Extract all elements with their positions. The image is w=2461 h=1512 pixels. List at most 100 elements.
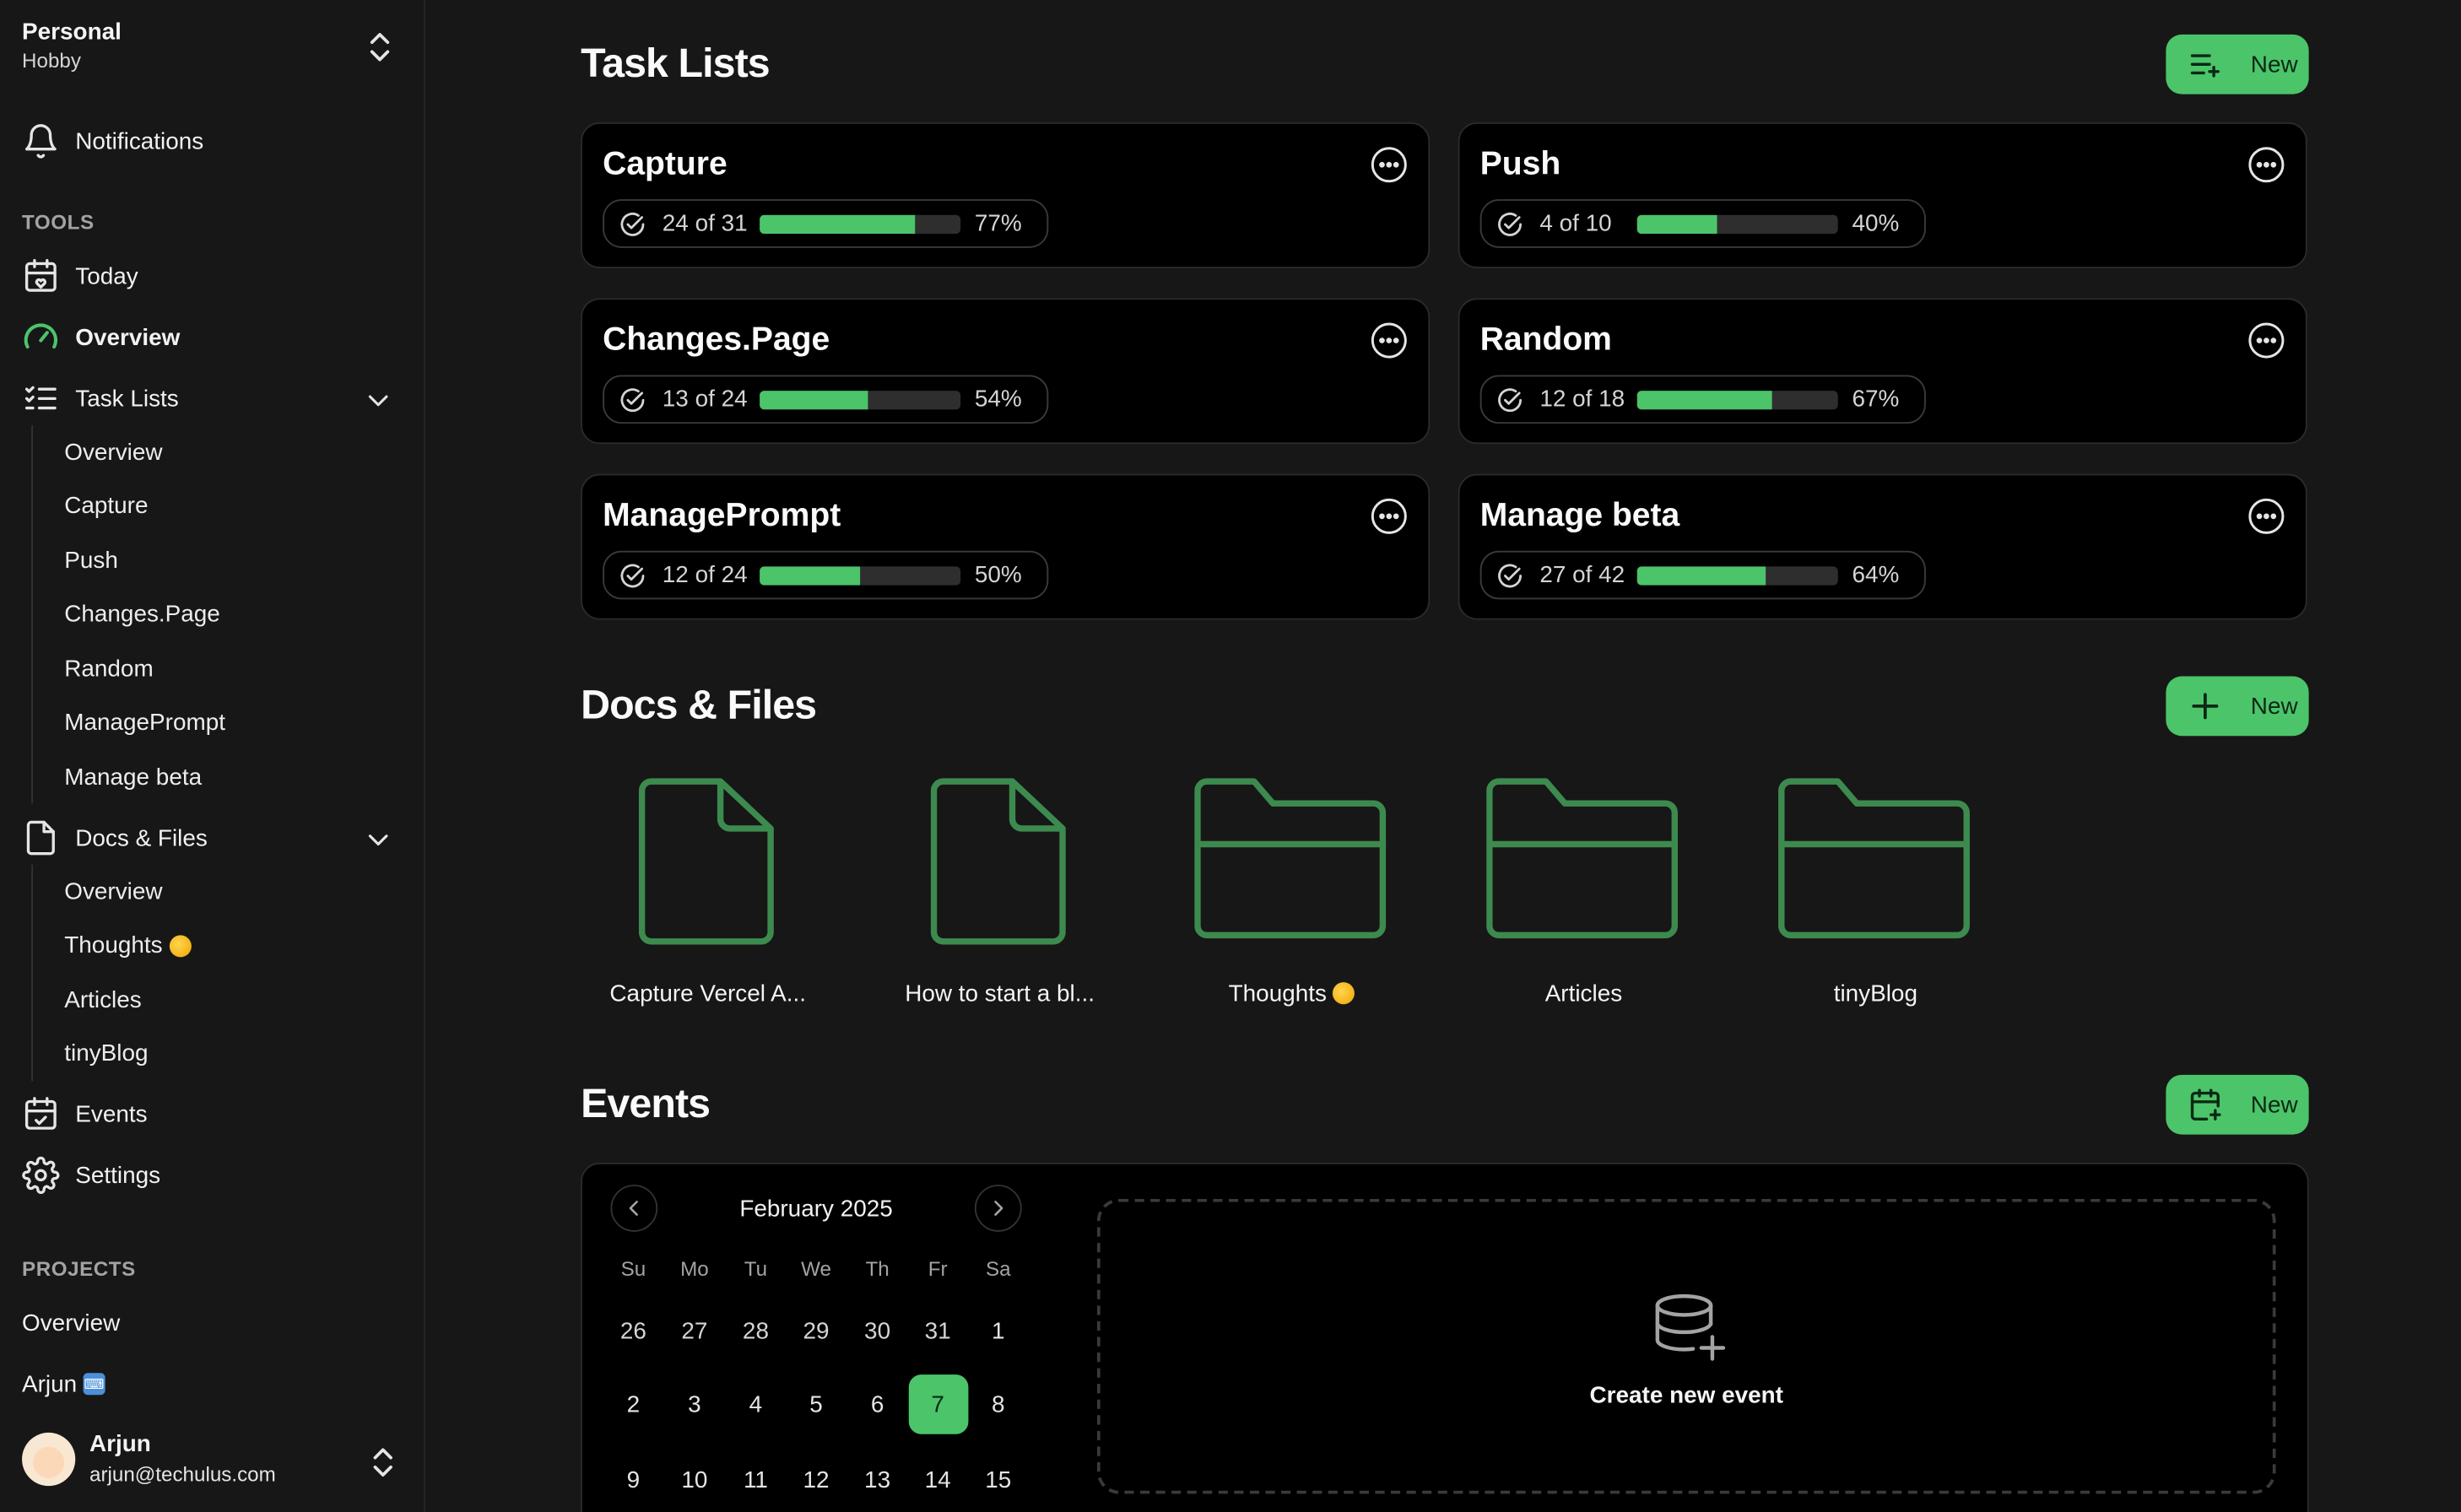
calendar-day[interactable]: 28 [726,1301,786,1361]
new-doc-button[interactable]: New [2166,676,2309,737]
sidebar-subitem[interactable]: Capture [33,479,225,533]
progress-count: 24 of 31 [662,210,748,237]
calendar-day[interactable]: 26 [603,1301,663,1361]
plus-icon [2188,688,2222,723]
calendar-day[interactable]: 4 [726,1374,786,1434]
task-list-card[interactable]: ManagePrompt 12 of 24 50% [581,473,1431,620]
chevron-down-icon[interactable] [364,825,392,853]
new-task-list-button[interactable]: New [2166,34,2309,94]
calendar-day-selected[interactable]: 7 [907,1374,968,1434]
more-horizontal-icon[interactable] [1371,321,1409,359]
calendar-day[interactable]: 1 [968,1301,1028,1361]
file-icon [22,819,60,857]
calendar-day[interactable]: 3 [665,1374,725,1434]
sidebar-item-overview[interactable]: Overview [22,314,402,361]
sidebar-item-notifications[interactable]: Notifications [22,117,402,165]
sidebar-item-events[interactable]: Events [22,1090,402,1137]
progress-bar [1636,213,1838,234]
new-button-label: New [2250,1091,2298,1119]
progress-percent: 67% [1852,386,1900,413]
calendar-day[interactable]: 12 [787,1450,846,1509]
calendar-day[interactable]: 6 [847,1374,907,1434]
task-list-title: Random [1479,321,1612,359]
folder-item[interactable]: Articles [1466,769,1701,1020]
calendar-day[interactable]: 27 [665,1301,725,1361]
calendar-day[interactable]: 30 [847,1301,907,1361]
calendar-day[interactable]: 2 [603,1374,663,1434]
sidebar-item-projects-overview[interactable]: Overview [22,1299,402,1347]
workspace-switcher[interactable]: Personal Hobby [22,19,398,81]
calendar-heart-icon [22,257,60,295]
new-event-button[interactable]: New [2166,1074,2309,1135]
folder-icon [1174,775,1409,951]
more-horizontal-icon[interactable] [2247,498,2285,536]
task-list-card[interactable]: Capture 24 of 31 77% [581,122,1431,269]
new-button-label: New [2250,51,2298,78]
sidebar-item-task-lists[interactable]: Task Lists [22,375,402,422]
progress-bar [760,213,961,234]
gear-icon [22,1156,60,1195]
task-lists-heading: Task Lists [581,39,771,87]
sidebar-item-project-arjun[interactable]: Arjun ⌨ [22,1360,402,1407]
sidebar-subitem[interactable]: tinyBlog [33,1027,191,1081]
list-plus-icon [2188,47,2222,82]
sidebar-subitem[interactable]: Changes.Page [33,587,225,641]
task-list-card[interactable]: Changes.Page 13 of 24 54% [581,298,1431,445]
sidebar-subitem-thoughts[interactable]: Thoughts [33,919,192,973]
task-list-card[interactable]: Push 4 of 10 40% [1458,122,2307,269]
more-horizontal-icon[interactable] [1371,498,1409,536]
doc-item-label: Articles [1544,980,1623,1007]
doc-item[interactable]: How to start a bl... [882,769,1117,1020]
calendar-day[interactable]: 14 [908,1450,968,1509]
calendar-day[interactable]: 31 [908,1301,968,1361]
weekday-label: Sa [985,1256,1011,1281]
calendar-day[interactable]: 10 [665,1450,725,1509]
chevron-down-icon[interactable] [364,386,392,413]
calendar-day[interactable]: 9 [603,1450,663,1509]
more-horizontal-icon[interactable] [2247,321,2285,359]
task-list-card[interactable]: Random 12 of 18 67% [1458,298,2307,445]
sidebar-item-settings[interactable]: Settings [22,1152,402,1199]
weekday-label: Su [620,1256,646,1281]
calendar-day[interactable]: 8 [968,1374,1028,1434]
calendar-day[interactable]: 13 [847,1450,907,1509]
check-circle-icon [1496,561,1523,589]
weekday-label: Th [865,1256,890,1281]
calendar-day[interactable]: 15 [968,1450,1028,1509]
sidebar-item-docs-files[interactable]: Docs & Files [22,814,402,861]
sidebar-subitem[interactable]: Overview [33,425,225,479]
calendar-day[interactable]: 29 [787,1301,846,1361]
calendar-check-icon [22,1095,60,1133]
doc-item[interactable]: Capture Vercel A... [590,769,825,1020]
calendar-day[interactable]: 5 [787,1374,846,1434]
user-menu[interactable]: Arjun arjun@techulus.com [22,1431,402,1493]
create-event-label: Create new event [1589,1382,1783,1410]
calendar-day[interactable]: 11 [726,1450,786,1509]
folder-item[interactable]: tinyBlog [1758,769,1993,1020]
progress-bar [760,565,961,585]
sidebar-subitem[interactable]: Articles [33,973,191,1027]
sidebar-subitem[interactable]: Manage beta [33,750,225,804]
sidebar-item-today[interactable]: Today [22,252,402,300]
weekday-label: Mo [680,1256,709,1281]
sidebar-subitem-label: Thoughts [64,932,163,959]
task-list-card[interactable]: Manage beta 27 of 42 64% [1458,473,2307,620]
prev-month-button[interactable] [610,1185,658,1232]
folder-item[interactable]: Thoughts [1174,769,1409,1020]
sidebar-subitem[interactable]: ManagePrompt [33,696,225,750]
sidebar-subitem[interactable]: Push [33,533,225,587]
progress-bar [1636,390,1838,409]
progress-percent: 40% [1852,210,1900,237]
create-event-dropzone[interactable]: Create new event [1096,1198,2276,1494]
more-horizontal-icon[interactable] [1371,146,1409,184]
next-month-button[interactable] [974,1185,1022,1232]
check-circle-icon [619,386,646,413]
progress-count: 12 of 24 [662,561,748,589]
progress-pill: 12 of 18 67% [1479,375,1926,424]
progress-bar [760,390,961,409]
task-list-title: Push [1479,145,1561,182]
more-horizontal-icon[interactable] [2247,146,2285,184]
sidebar-subitem[interactable]: Overview [33,865,191,919]
sidebar-subitem[interactable]: Random [33,642,225,696]
bell-icon [22,122,60,160]
